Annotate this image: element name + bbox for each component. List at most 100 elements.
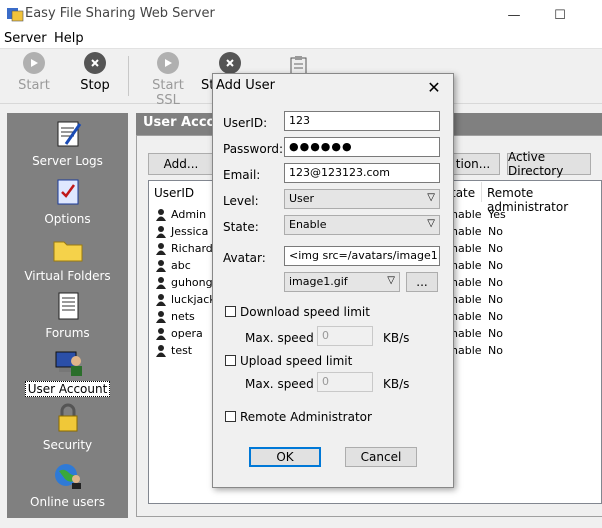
download-speed-field[interactable]: 0	[317, 326, 373, 346]
chevron-down-icon: ▽	[387, 275, 395, 286]
cell-state: nable	[451, 259, 482, 272]
nav-label: Server Logs	[32, 154, 103, 168]
maximize-icon: ☐	[554, 7, 566, 23]
cell-state: nable	[451, 242, 482, 255]
nav-forums[interactable]: Forums	[7, 290, 128, 340]
cell-remote-admin: Yes	[488, 208, 506, 221]
password-field[interactable]: ●●●●●●	[284, 137, 440, 157]
avatar-field[interactable]: <img src=/avatars/image1.gif b	[284, 246, 440, 266]
nav-user-account[interactable]: User Account	[7, 346, 128, 397]
chevron-down-icon: ▽	[427, 192, 435, 203]
document-icon	[52, 290, 84, 322]
user-icon	[155, 276, 167, 290]
state-select[interactable]: Enable ▽	[284, 215, 440, 235]
add-user-button[interactable]: Add...	[148, 153, 214, 175]
level-select[interactable]: User ▽	[284, 189, 440, 209]
cell-userid: test	[171, 344, 193, 357]
toolbar-separator	[128, 56, 129, 96]
upload-speed-field[interactable]: 0	[317, 372, 373, 392]
minimize-icon: —	[507, 7, 521, 23]
cell-userid: abc	[171, 259, 191, 272]
minimize-button[interactable]: —	[491, 0, 537, 30]
nav-online-users[interactable]: Online users	[7, 459, 128, 509]
remote-admin-label: Remote Administrator	[240, 410, 372, 424]
dialog-title: Add User	[216, 78, 275, 93]
cell-userid: Richard	[171, 242, 213, 255]
cell-userid: opera	[171, 327, 203, 340]
cell-state: nable	[451, 310, 482, 323]
remote-admin-checkbox[interactable]	[225, 411, 236, 422]
user-computer-icon	[52, 346, 84, 378]
nav-options[interactable]: Options	[7, 176, 128, 226]
start-button[interactable]: Start	[14, 52, 54, 93]
cell-userid: Admin	[171, 208, 207, 221]
nav-label: Options	[44, 212, 91, 226]
nav-server-logs[interactable]: Server Logs	[7, 118, 128, 168]
cell-remote-admin: No	[488, 293, 503, 306]
state-value: Enable	[289, 218, 327, 231]
state-label: State:	[223, 220, 259, 234]
user-icon	[155, 259, 167, 273]
start-label: Start	[18, 78, 50, 93]
email-field[interactable]: 123@123123.com	[284, 163, 440, 183]
stop-icon	[219, 52, 241, 74]
nav-security[interactable]: Security	[7, 402, 128, 452]
close-icon[interactable]: ✕	[422, 76, 446, 98]
play-icon	[157, 52, 179, 74]
cell-remote-admin: No	[488, 225, 503, 238]
option-button[interactable]: tion...	[446, 153, 500, 175]
cell-state: nable	[451, 225, 482, 238]
browse-button[interactable]: ...	[406, 272, 438, 292]
user-icon	[155, 327, 167, 341]
cancel-button[interactable]: Cancel	[345, 447, 417, 467]
cell-state: nable	[451, 344, 482, 357]
user-icon	[155, 208, 167, 222]
column-header-userid[interactable]: UserID	[154, 186, 194, 200]
nav-label: User Account	[24, 381, 111, 397]
email-label: Email:	[223, 168, 261, 182]
userid-field[interactable]: 123	[284, 111, 440, 131]
cell-userid: Jessica	[171, 225, 209, 238]
folder-icon	[52, 233, 84, 265]
upload-limit-checkbox[interactable]	[225, 355, 236, 366]
avatar-select[interactable]: image1.gif ▽	[284, 272, 400, 292]
stop-label: Stop	[80, 78, 110, 93]
cell-remote-admin: No	[488, 276, 503, 289]
user-icon	[155, 242, 167, 256]
level-label: Level:	[223, 194, 259, 208]
cell-remote-admin: No	[488, 310, 503, 323]
download-limit-checkbox[interactable]	[225, 306, 236, 317]
ok-button[interactable]: OK	[249, 447, 321, 467]
notepad-icon	[52, 118, 84, 150]
play-icon	[23, 52, 45, 74]
download-max-speed-label: Max. speed	[245, 331, 314, 345]
column-header-state[interactable]: tate	[451, 186, 475, 200]
menu-server[interactable]: Server	[4, 31, 47, 46]
globe-users-icon	[52, 459, 84, 491]
stop-button[interactable]: Stop	[75, 52, 115, 93]
user-icon	[155, 293, 167, 307]
cell-state: nable	[451, 208, 482, 221]
password-label: Password:	[223, 142, 284, 156]
menu-help[interactable]: Help	[54, 31, 84, 46]
level-value: User	[289, 192, 315, 205]
nav-label: Online users	[30, 495, 105, 509]
nav-label: Virtual Folders	[24, 269, 111, 283]
nav-virtual-folders[interactable]: Virtual Folders	[7, 233, 128, 283]
cell-remote-admin: No	[488, 259, 503, 272]
nav-label: Security	[42, 438, 93, 452]
lock-icon	[52, 402, 84, 434]
cell-remote-admin: No	[488, 344, 503, 357]
maximize-button[interactable]: ☐	[537, 0, 583, 30]
cell-userid: nets	[171, 310, 195, 323]
start-ssl-button[interactable]: Start SSL	[140, 52, 196, 108]
cell-remote-admin: No	[488, 242, 503, 255]
download-unit-label: KB/s	[383, 331, 410, 345]
app-icon	[6, 6, 24, 22]
stop-icon	[84, 52, 106, 74]
chevron-down-icon: ▽	[427, 218, 435, 229]
start-ssl-label: Start SSL	[152, 78, 184, 108]
active-directory-button[interactable]: Active Directory	[507, 150, 591, 178]
window-title: Easy File Sharing Web Server	[25, 6, 215, 21]
upload-limit-label: Upload speed limit	[240, 354, 353, 368]
